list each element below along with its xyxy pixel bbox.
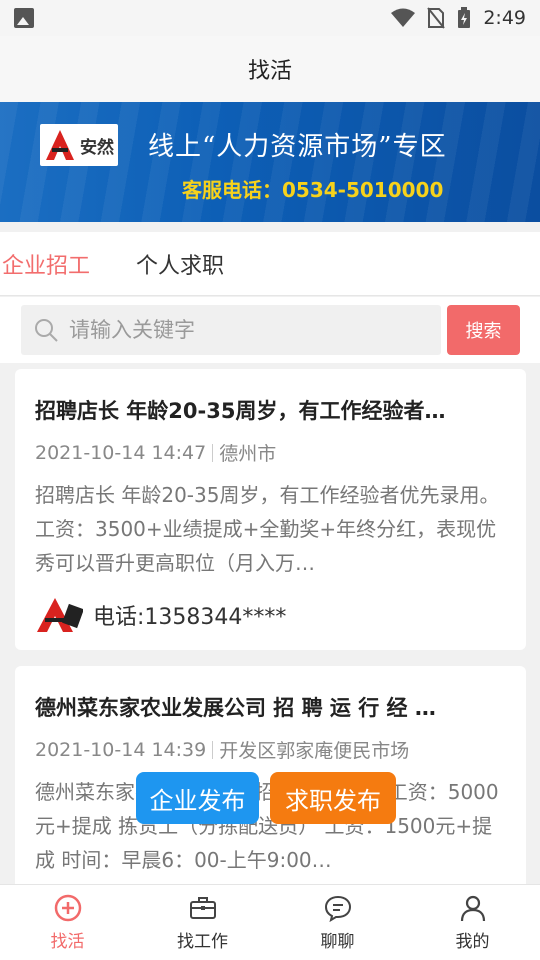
nav-label: 找工作 — [177, 932, 228, 952]
nav-item-chat[interactable]: 聊聊 — [270, 885, 405, 960]
listing-date: 2021-10-14 14:39 — [35, 738, 207, 761]
listing-location: 德州市 — [219, 443, 277, 465]
nav-item-find-job[interactable]: 找工作 — [135, 885, 270, 960]
banner-phone: 客服电话：0534-5010000 — [182, 178, 444, 202]
user-icon — [460, 895, 485, 922]
search-row: 搜索 — [0, 297, 540, 363]
job-listing-card[interactable]: 招聘店长 年龄20-35周岁，有工作经验者… 2021-10-14 14:47 … — [15, 369, 526, 650]
meta-divider — [212, 740, 214, 759]
banner-logo: 安然 — [40, 124, 118, 166]
anran-logo-icon — [37, 598, 83, 632]
title-bar: 找活 — [0, 36, 540, 102]
tab-bar: 企业招工 个人求职 — [0, 232, 540, 296]
gallery-icon — [14, 8, 34, 28]
status-time: 2:49 — [483, 7, 526, 29]
search-icon — [35, 319, 58, 342]
page-title: 找活 — [247, 59, 292, 84]
battery-charging-icon — [458, 7, 471, 28]
status-icons: 2:49 — [391, 7, 526, 29]
listing-title: 招聘店长 年龄20-35周岁，有工作经验者… — [35, 399, 446, 423]
plus-circle-icon — [54, 894, 81, 922]
tab-personal-job-seeking[interactable]: 个人求职 — [136, 248, 224, 280]
briefcase-icon — [189, 897, 216, 919]
company-post-button[interactable]: 企业发布 — [136, 772, 259, 824]
status-bar: 2:49 — [0, 0, 540, 36]
nav-item-find-work[interactable]: 找活 — [0, 885, 135, 960]
listing-phone: 电话:1358344**** — [93, 605, 287, 630]
listing-location: 开发区郭家庵便民市场 — [219, 740, 410, 762]
banner-slogan: 线上“人力资源市场”专区 — [148, 132, 447, 162]
nav-label: 找活 — [50, 932, 85, 952]
search-button[interactable]: 搜索 — [447, 305, 520, 355]
banner[interactable]: 安然 线上“人力资源市场”专区 客服电话：0534-5010000 — [0, 102, 540, 222]
anran-logo-icon — [46, 130, 74, 160]
no-sim-icon — [427, 7, 446, 29]
search-input[interactable] — [69, 318, 409, 342]
listing-meta: 2021-10-14 14:47 德州市 — [35, 439, 506, 466]
meta-divider — [212, 443, 214, 462]
bottom-nav: 找活 找工作 聊聊 我的 — [0, 884, 540, 960]
job-seeking-post-button[interactable]: 求职发布 — [270, 772, 396, 824]
nav-item-mine[interactable]: 我的 — [405, 885, 540, 960]
banner-logo-text: 安然 — [80, 137, 114, 158]
listing-title: 德州菜东家农业发展公司 招 聘 运 行 经 … — [35, 696, 436, 720]
chat-bubble-icon — [324, 895, 351, 923]
listing-date: 2021-10-14 14:47 — [35, 441, 207, 464]
search-box[interactable] — [21, 305, 441, 355]
wifi-icon — [391, 8, 416, 27]
listing-meta: 2021-10-14 14:39 开发区郭家庵便民市场 — [35, 736, 506, 763]
nav-label: 我的 — [455, 932, 490, 952]
tab-company-hiring[interactable]: 企业招工 — [2, 248, 90, 280]
listing-phone-row[interactable]: 电话:1358344**** — [35, 596, 506, 634]
listing-description: 招聘店长 年龄20-35周岁，有工作经验者优先录用。 工资：3500+业绩提成+… — [35, 483, 500, 575]
nav-label: 聊聊 — [320, 932, 355, 952]
